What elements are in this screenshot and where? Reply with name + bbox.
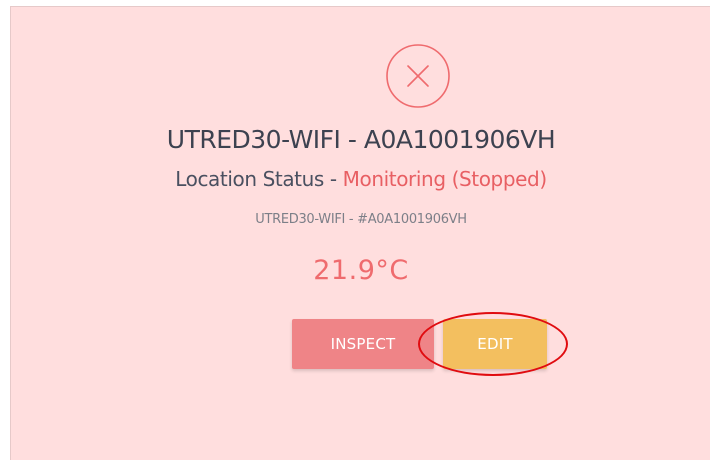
temperature-reading: 21.9°C [313,255,409,286]
inspect-button[interactable]: INSPECT [292,319,434,369]
device-subtitle: UTRED30-WIFI - #A0A1001906VH [255,212,467,227]
edit-button[interactable]: EDIT [443,319,547,369]
device-card: UTRED30-WIFI - A0A1001906VH Location Sta… [10,6,710,460]
location-status-value: Monitoring (Stopped) [342,167,547,191]
location-status: Location Status - Monitoring (Stopped) [11,167,710,191]
location-status-label: Location Status - [175,167,343,191]
device-title: UTRED30-WIFI - A0A1001906VH [166,125,556,154]
circle-x-icon [386,44,450,108]
